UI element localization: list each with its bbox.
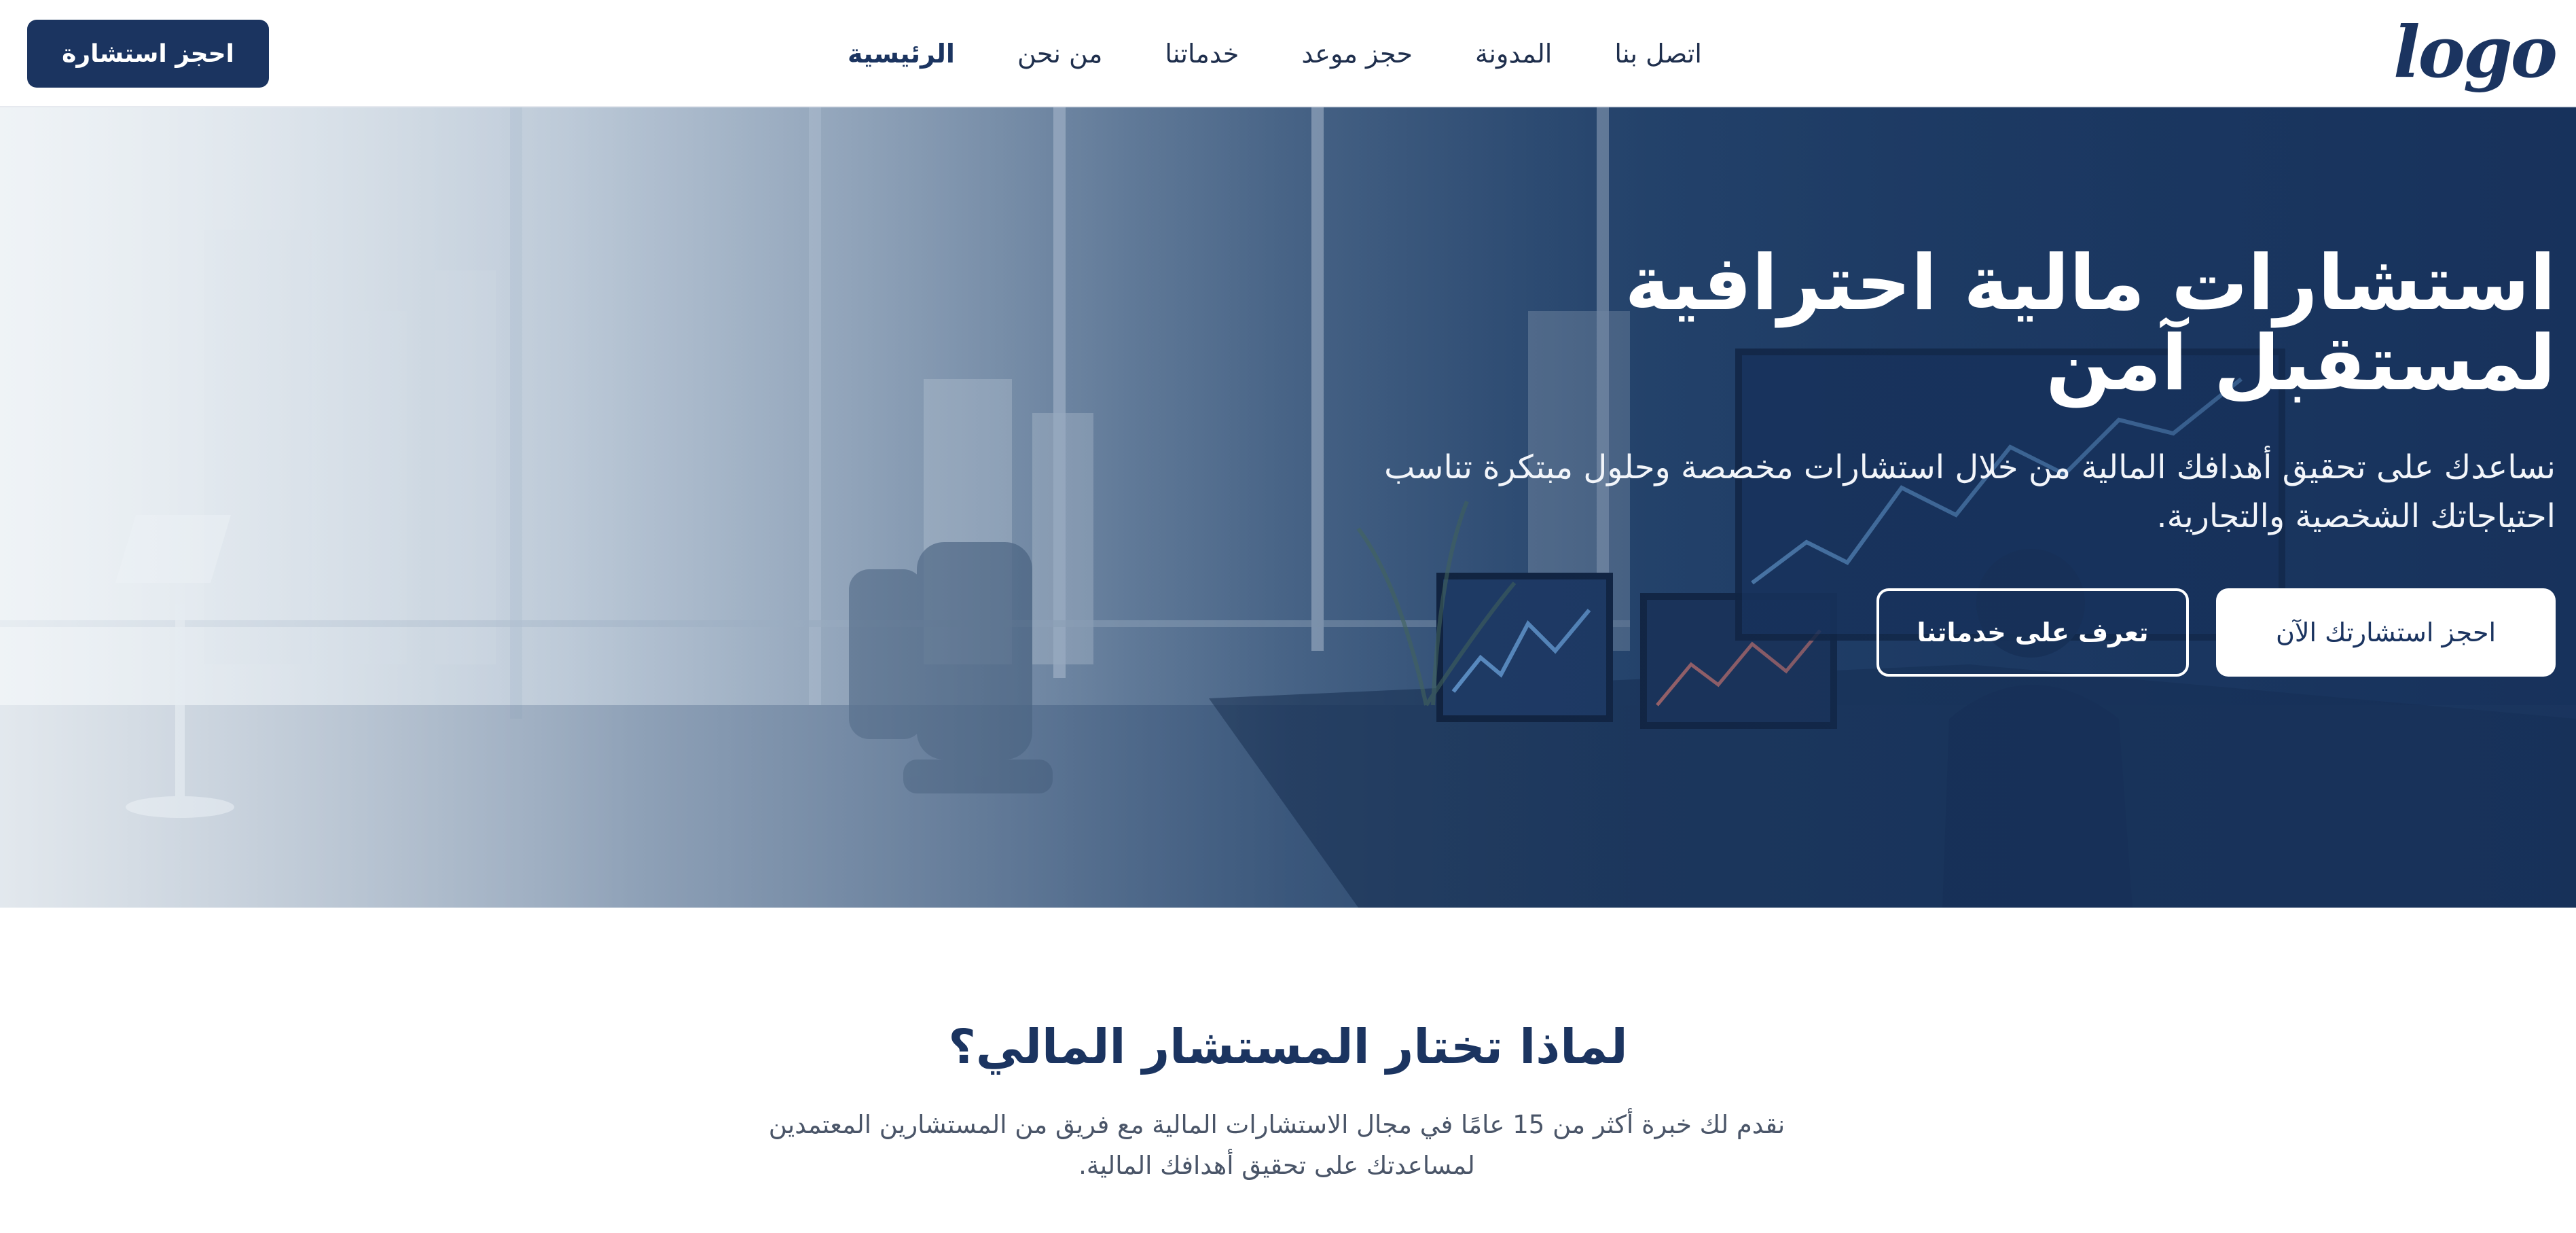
nav-item-booking[interactable]: حجز موعد xyxy=(1301,39,1413,69)
main-nav: الرئيسية من نحن خدماتنا حجز موعد المدونة… xyxy=(848,0,1798,107)
nav-item-contact[interactable]: اتصل بنا xyxy=(1614,39,1702,69)
logo[interactable]: logo xyxy=(2393,15,2558,90)
section-description: نقدم لك خبرة أكثر من 15 عامًا في مجال ال… xyxy=(768,1110,1785,1180)
nav-item-about[interactable]: من نحن xyxy=(1017,39,1102,69)
hero-section: استشارات مالية احترافية لمستقبل آمن نساع… xyxy=(0,107,2576,908)
site-header: logo الرئيسية من نحن خدماتنا حجز موعد ال… xyxy=(0,0,2576,107)
learn-services-button[interactable]: تعرف على خدماتنا xyxy=(1876,588,2189,677)
nav-item-home[interactable]: الرئيسية xyxy=(848,39,955,69)
hero-title: استشارات مالية احترافية لمستقبل آمن xyxy=(1625,239,2556,408)
section-title: لماذا تختار المستشار المالي؟ xyxy=(948,1019,1628,1075)
why-choose-section: لماذا تختار المستشار المالي؟ نقدم لك خبر… xyxy=(0,908,2576,1233)
hero-subtitle: نساعدك على تحقيق أهدافك المالية من خلال … xyxy=(1384,448,2556,535)
nav-item-blog[interactable]: المدونة xyxy=(1475,39,1552,69)
book-consultation-now-button[interactable]: احجز استشارتك الآن xyxy=(2216,588,2556,677)
nav-item-services[interactable]: خدماتنا xyxy=(1165,39,1239,69)
hero-buttons: احجز استشارتك الآن تعرف على خدماتنا xyxy=(1265,588,2556,677)
hero-content: استشارات مالية احترافية لمستقبل آمن نساع… xyxy=(1265,243,2556,677)
book-consultation-button[interactable]: احجز استشارة xyxy=(27,20,269,88)
